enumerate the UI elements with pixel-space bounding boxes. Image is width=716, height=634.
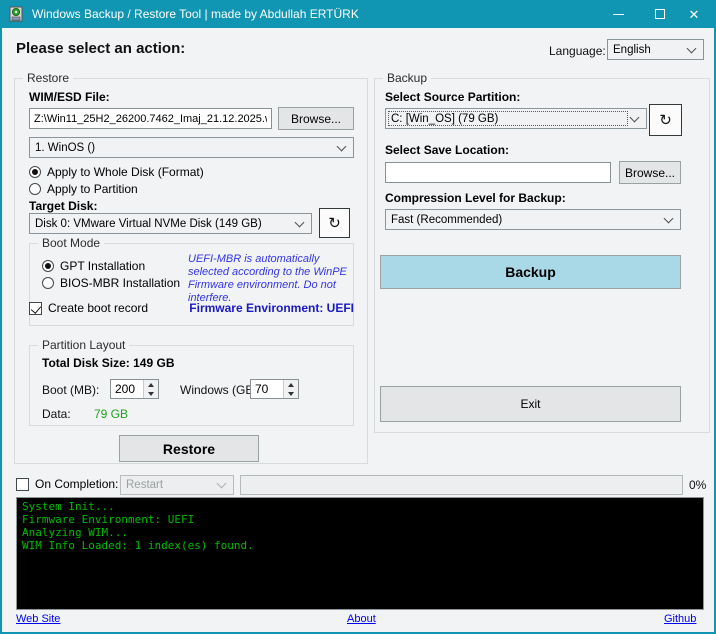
log-line: System Init... [22, 500, 698, 513]
save-location-input[interactable] [385, 162, 611, 183]
windows-gb-label: Windows (GB): [180, 383, 261, 397]
chevron-down-icon [217, 479, 227, 489]
restore-button[interactable]: Restore [119, 435, 259, 462]
close-icon: ✕ [689, 8, 700, 21]
boot-mode-note: UEFI-MBR is automatically selected accor… [188, 253, 350, 305]
refresh-icon: ↻ [659, 111, 672, 129]
boot-mode-group-label: Boot Mode [38, 236, 104, 250]
app-window: Windows Backup / Restore Tool | made by … [0, 0, 716, 634]
source-partition-value: C: [Win_OS] (79 GB) [386, 113, 631, 125]
wim-file-label: WIM/ESD File: [29, 90, 110, 104]
title-bar: Windows Backup / Restore Tool | made by … [0, 0, 716, 28]
source-partition-select[interactable]: C: [Win_OS] (79 GB) [385, 108, 647, 129]
minimize-button[interactable] [597, 0, 639, 28]
image-index-select[interactable]: 1. WinOS () [29, 137, 354, 158]
window-title: Windows Backup / Restore Tool | made by … [32, 0, 359, 28]
on-completion-checkbox[interactable]: On Completion: [16, 477, 118, 491]
refresh-partitions-button[interactable]: ↻ [649, 104, 682, 136]
log-line: Analyzing WIM... [22, 526, 698, 539]
spin-down-button[interactable] [144, 389, 158, 398]
chevron-down-icon [295, 217, 305, 227]
windows-gb-stepper[interactable] [250, 379, 299, 399]
radio-apply-whole-disk[interactable]: Apply to Whole Disk (Format) [29, 165, 204, 179]
image-index-value: 1. WinOS () [30, 142, 338, 154]
radio-gpt[interactable]: GPT Installation [42, 259, 145, 273]
progress-bar [240, 475, 683, 495]
create-boot-record-checkbox[interactable]: Create boot record [29, 301, 148, 315]
spin-down-button[interactable] [284, 389, 298, 398]
spin-up-button[interactable] [144, 380, 158, 389]
checkbox-checked-icon [29, 302, 42, 315]
radio-apply-whole-disk-label: Apply to Whole Disk (Format) [47, 165, 204, 179]
radio-bios-mbr[interactable]: BIOS-MBR Installation [42, 276, 180, 290]
restore-group: Restore WIM/ESD File: Browse... 1. WinOS… [14, 78, 368, 464]
partition-layout-group-label: Partition Layout [38, 338, 129, 352]
source-partition-label: Select Source Partition: [385, 90, 520, 104]
on-completion-select: Restart [120, 475, 234, 495]
data-label: Data: [42, 407, 71, 421]
progress-percent: 0% [689, 478, 706, 492]
radio-bios-mbr-label: BIOS-MBR Installation [60, 276, 180, 290]
boot-mb-stepper[interactable] [110, 379, 159, 399]
compression-select[interactable]: Fast (Recommended) [385, 209, 681, 230]
language-select[interactable]: English [607, 39, 704, 60]
language-label: Language: [549, 44, 606, 58]
language-value: English [608, 44, 688, 56]
minimize-icon [613, 14, 624, 15]
create-boot-record-label: Create boot record [48, 301, 148, 315]
firmware-environment-text: Firmware Environment: UEFI [179, 301, 354, 315]
chevron-down-icon [687, 43, 697, 53]
log-line: Firmware Environment: UEFI [22, 513, 698, 526]
radio-unselected-icon [29, 183, 41, 195]
data-size-value: 79 GB [94, 407, 128, 421]
exit-button[interactable]: Exit [380, 386, 681, 422]
spin-up-button[interactable] [284, 380, 298, 389]
boot-mb-input[interactable] [111, 380, 143, 398]
boot-mb-label: Boot (MB): [42, 383, 99, 397]
chevron-down-icon [664, 213, 674, 223]
wim-file-input[interactable] [29, 108, 272, 129]
target-disk-label: Target Disk: [29, 199, 97, 213]
log-console: System Init... Firmware Environment: UEF… [16, 497, 704, 610]
radio-selected-icon [42, 260, 54, 272]
app-icon [8, 6, 24, 22]
compression-label: Compression Level for Backup: [385, 191, 566, 205]
refresh-icon: ↻ [328, 214, 341, 232]
maximize-icon [655, 9, 665, 19]
compression-value: Fast (Recommended) [386, 214, 665, 226]
on-completion-label: On Completion: [35, 477, 118, 491]
wim-browse-button[interactable]: Browse... [278, 107, 354, 130]
save-location-label: Select Save Location: [385, 143, 509, 157]
restore-group-label: Restore [23, 71, 73, 85]
backup-group: Backup Select Source Partition: C: [Win_… [374, 78, 710, 433]
radio-apply-partition-label: Apply to Partition [47, 182, 138, 196]
about-link[interactable]: About [347, 613, 376, 625]
chevron-down-icon [337, 141, 347, 151]
target-disk-value: Disk 0: VMware Virtual NVMe Disk (149 GB… [30, 218, 296, 230]
target-disk-select[interactable]: Disk 0: VMware Virtual NVMe Disk (149 GB… [29, 213, 312, 234]
log-line: WIM Info Loaded: 1 index(es) found. [22, 539, 698, 552]
radio-gpt-label: GPT Installation [60, 259, 145, 273]
total-disk-size-text: Total Disk Size: 149 GB [42, 356, 175, 370]
radio-apply-partition[interactable]: Apply to Partition [29, 182, 138, 196]
chevron-down-icon [630, 112, 640, 122]
backup-button[interactable]: Backup [380, 255, 681, 289]
close-button[interactable]: ✕ [672, 0, 716, 28]
github-link[interactable]: Github [664, 613, 696, 625]
partition-layout-group: Partition Layout Total Disk Size: 149 GB… [29, 345, 354, 426]
on-completion-value: Restart [121, 479, 218, 491]
checkbox-unchecked-icon [16, 478, 29, 491]
radio-unselected-icon [42, 277, 54, 289]
refresh-disks-button[interactable]: ↻ [319, 208, 350, 238]
page-title: Please select an action: [16, 40, 185, 57]
website-link[interactable]: Web Site [16, 613, 60, 625]
main-content: Please select an action: Language: Engli… [2, 28, 714, 632]
save-browse-button[interactable]: Browse... [619, 161, 681, 184]
windows-gb-input[interactable] [251, 380, 283, 398]
radio-selected-icon [29, 166, 41, 178]
backup-group-label: Backup [383, 71, 431, 85]
